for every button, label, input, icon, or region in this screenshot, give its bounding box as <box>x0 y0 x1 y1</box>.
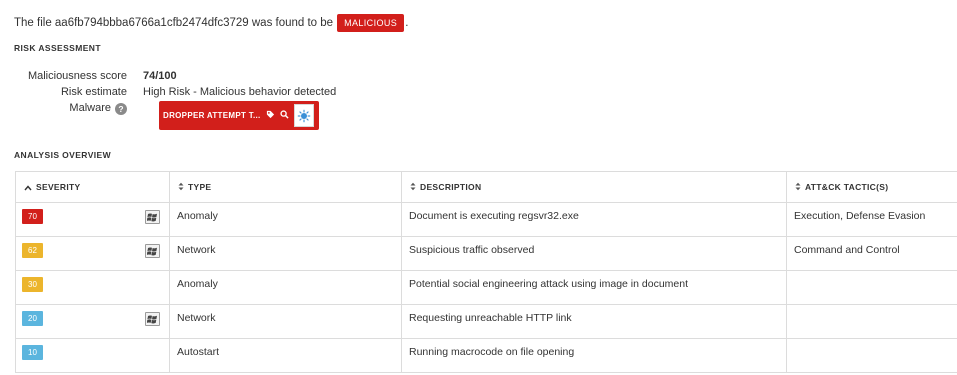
malware-tag-label: DROPPER ATTEMPT T... <box>163 111 261 120</box>
malware-label: Malware <box>69 102 111 114</box>
attack-tactics-cell: Execution, Defense Evasion <box>786 202 957 237</box>
type-cell: Anomaly <box>169 202 402 237</box>
type-cell: Network <box>169 236 402 271</box>
description-cell: Running macrocode on file opening <box>401 338 787 373</box>
sort-icon <box>410 182 416 193</box>
column-header-type[interactable]: TYPE <box>169 171 402 203</box>
severity-header-label: SEVERITY <box>36 181 81 192</box>
risk-estimate-row: Risk estimate High Risk - Malicious beha… <box>14 85 614 99</box>
risk-estimate-label: Risk estimate <box>60 86 127 98</box>
sort-ascending-icon <box>24 183 32 193</box>
malware-label-wrap: Malware? <box>14 101 143 115</box>
attack-tactics-cell <box>786 338 957 373</box>
windows-icon <box>145 210 160 224</box>
severity-badge: 62 <box>22 243 43 258</box>
verdict-text: The file aa6fb794bbba6766a1cfb2474dfc372… <box>14 17 334 29</box>
windows-icon <box>145 244 160 258</box>
table-row[interactable]: 30 Anomaly Potential social engineering at… <box>15 270 957 305</box>
attack-tactics-cell <box>786 304 957 339</box>
attack-tactics-cell <box>786 270 957 305</box>
tag-icon[interactable] <box>266 110 275 122</box>
severity-cell: 62 <box>15 236 170 271</box>
description-cell: Document is executing regsvr32.exe <box>401 202 787 237</box>
verdict-period: . <box>405 17 409 29</box>
risk-assessment-heading: RISK ASSESSMENT <box>14 43 101 53</box>
malware-tag[interactable]: DROPPER ATTEMPT T... <box>159 101 319 130</box>
table-row[interactable]: 70 Anomaly Document is executing regsvr32.… <box>15 202 957 237</box>
severity-badge: 70 <box>22 209 43 224</box>
verdict-line: The file aa6fb794bbba6766a1cfb2474dfc372… <box>14 12 408 34</box>
table-row[interactable]: 62 Network Suspicious traffic observed Comm… <box>15 236 957 271</box>
description-cell: Requesting unreachable HTTP link <box>401 304 787 339</box>
severity-badge: 10 <box>22 345 43 360</box>
description-header-label: DESCRIPTION <box>420 181 482 192</box>
analysis-table: SEVERITY TYPE DESCRIPTION ATT&CK TACTIC(… <box>15 171 957 373</box>
malicious-badge: MALICIOUS <box>337 14 405 32</box>
sort-icon <box>178 182 184 193</box>
severity-cell: 30 <box>15 270 170 305</box>
sort-icon <box>795 182 801 193</box>
analysis-overview-heading: ANALYSIS OVERVIEW <box>14 150 112 160</box>
maliciousness-score-row: Maliciousness score 74/100 <box>14 69 614 83</box>
type-cell: Network <box>169 304 402 339</box>
column-header-severity[interactable]: SEVERITY <box>15 171 170 203</box>
table-header-row: SEVERITY TYPE DESCRIPTION ATT&CK TACTIC(… <box>15 171 957 203</box>
attack-tactics-cell: Command and Control <box>786 236 957 271</box>
windows-icon <box>145 312 160 326</box>
malware-family-icon[interactable] <box>293 104 314 127</box>
description-cell: Potential social engineering attack usin… <box>401 270 787 305</box>
score-label: Maliciousness score <box>27 70 127 82</box>
severity-cell: 20 <box>15 304 170 339</box>
search-icon[interactable] <box>279 109 289 122</box>
description-cell: Suspicious traffic observed <box>401 236 787 271</box>
attack-tactics-header-label: ATT&CK TACTIC(S) <box>805 181 889 192</box>
severity-cell: 70 <box>15 202 170 237</box>
column-header-description[interactable]: DESCRIPTION <box>401 171 787 203</box>
table-row[interactable]: 20 Network Requesting unreachable HTTP lin… <box>15 304 957 339</box>
score-value: 74/100 <box>143 70 177 82</box>
risk-estimate-value: High Risk - Malicious behavior detected <box>143 86 337 98</box>
type-cell: Anomaly <box>169 270 402 305</box>
severity-cell: 10 <box>15 338 170 373</box>
table-row[interactable]: 10 Autostart Running macrocode on file ope… <box>15 338 957 373</box>
type-header-label: TYPE <box>188 181 212 192</box>
type-cell: Autostart <box>169 338 402 373</box>
help-icon[interactable]: ? <box>115 103 127 115</box>
severity-badge: 20 <box>22 311 43 326</box>
column-header-attack-tactics[interactable]: ATT&CK TACTIC(S) <box>786 171 957 203</box>
severity-badge: 30 <box>22 277 43 292</box>
